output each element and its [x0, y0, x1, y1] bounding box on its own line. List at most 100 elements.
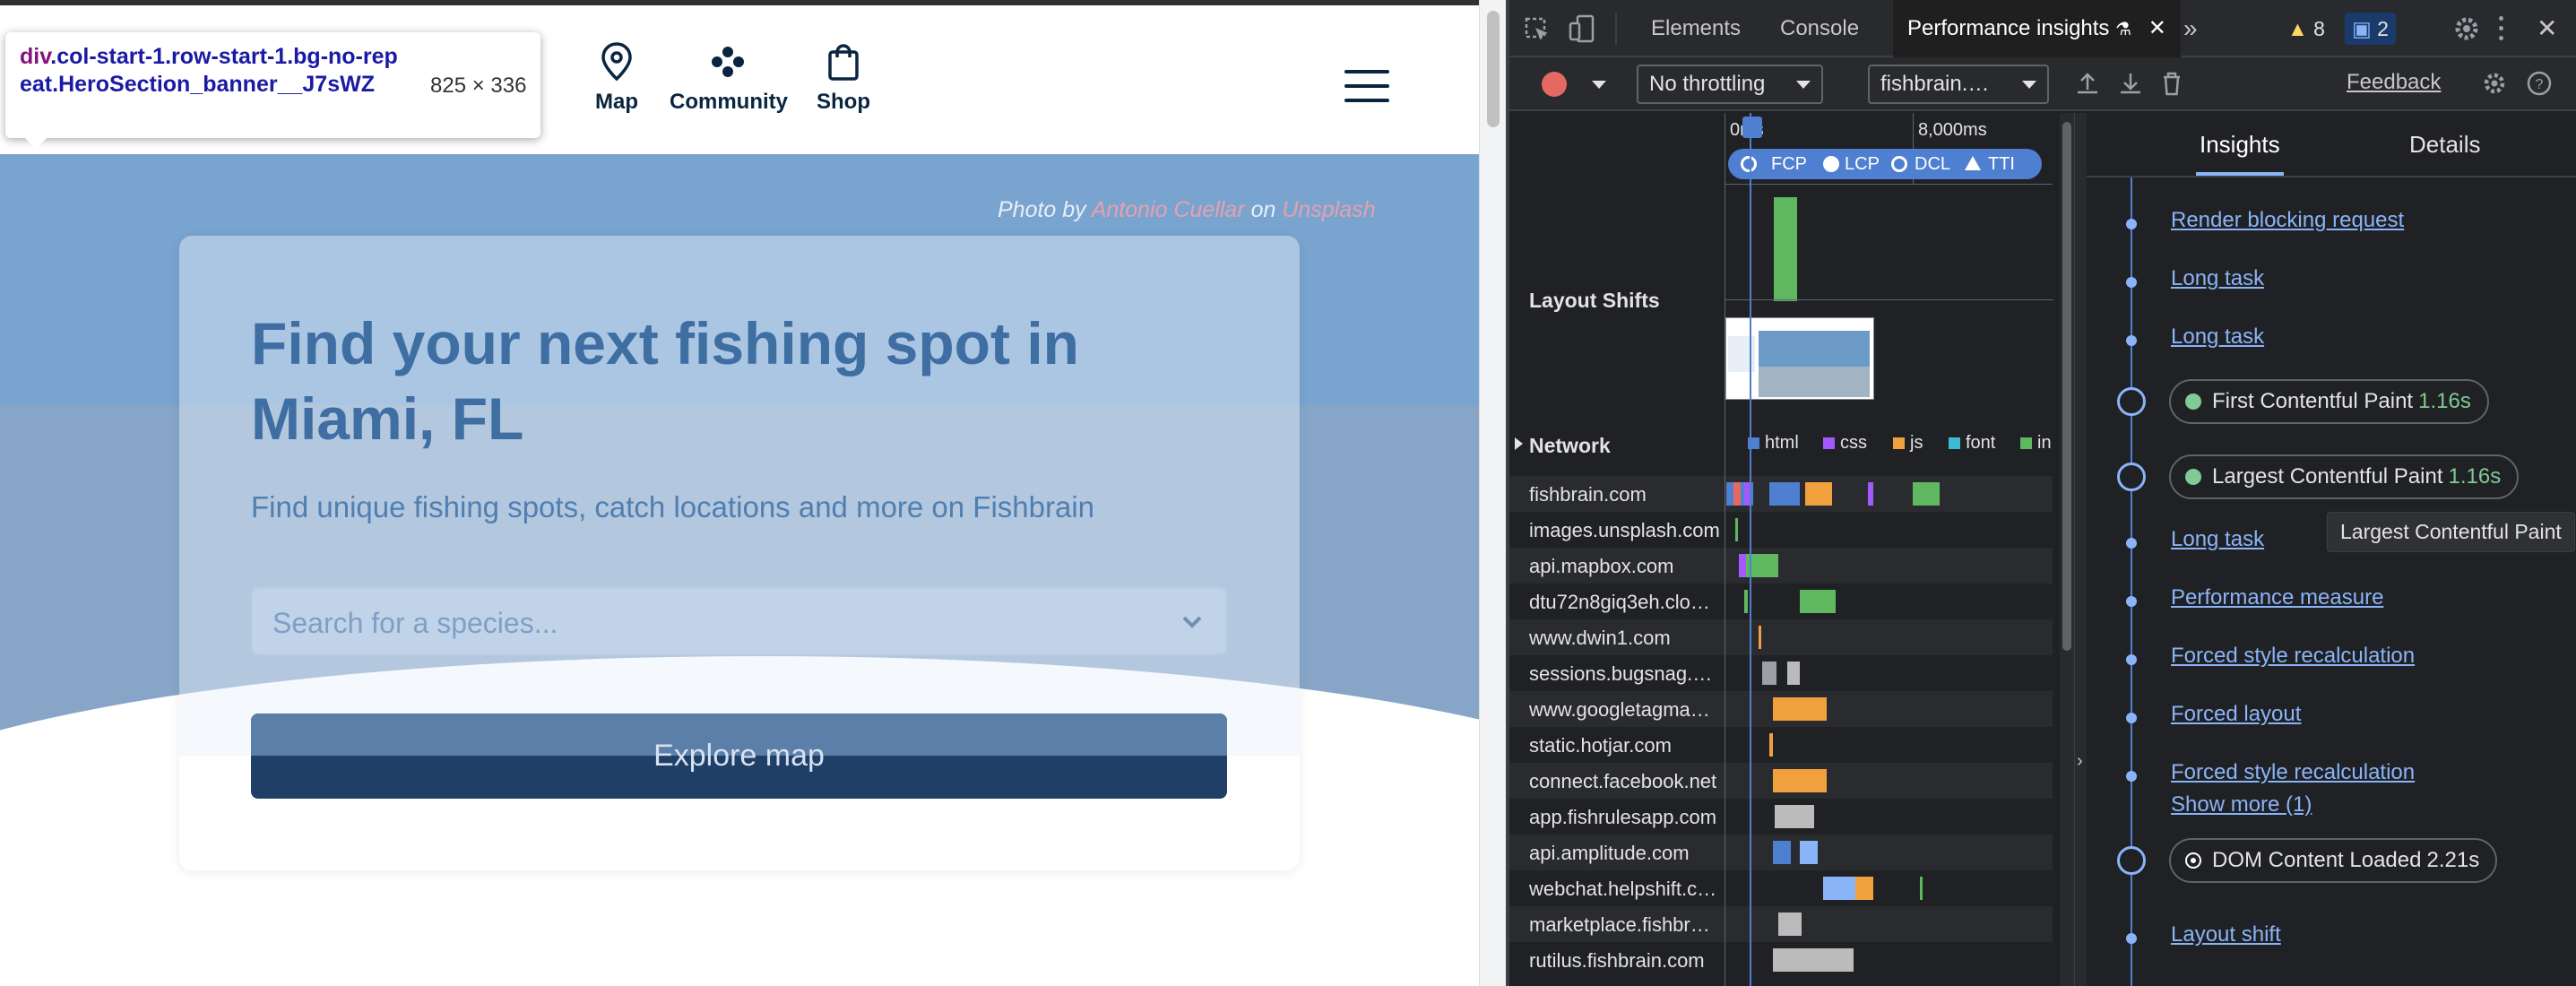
record-button[interactable]	[1542, 72, 1567, 97]
network-row[interactable]: marketplace.fishbr…	[1509, 906, 2053, 942]
marker-fcp[interactable]: FCP	[1771, 149, 1807, 179]
more-tabs-icon[interactable]: »	[2183, 0, 2198, 57]
chevron-right-icon: ›	[2077, 751, 2083, 771]
network-request-bar[interactable]	[1787, 662, 1800, 685]
network-request-bar[interactable]	[1769, 733, 1773, 757]
download-icon[interactable]	[2117, 70, 2144, 97]
legend-css: css	[1823, 433, 1867, 454]
network-request-bar[interactable]	[1735, 518, 1738, 541]
network-request-bar[interactable]	[1733, 482, 1741, 506]
network-request-bar[interactable]	[1773, 697, 1827, 721]
nav-map[interactable]: Map	[558, 41, 675, 115]
insight-long-task-1[interactable]: Long task	[2171, 266, 2264, 291]
help-icon[interactable]: ?	[2526, 70, 2553, 97]
collapse-sidebar[interactable]: ›	[2074, 113, 2087, 986]
insight-forced-layout[interactable]: Forced layout	[2171, 702, 2301, 727]
network-request-bar[interactable]	[1769, 482, 1800, 506]
network-request-bar[interactable]	[1739, 554, 1746, 577]
network-row[interactable]: sessions.bugsnag.…	[1509, 655, 2053, 691]
tab-console[interactable]: Console	[1780, 0, 1859, 57]
show-more-link[interactable]: Show more (1)	[2171, 792, 2312, 817]
network-row[interactable]: www.dwin1.com	[1509, 619, 2053, 655]
tab-insights[interactable]: Insights	[2196, 131, 2284, 176]
network-request-bar[interactable]	[1800, 841, 1818, 864]
tab-elements[interactable]: Elements	[1651, 0, 1741, 57]
throttling-select[interactable]: No throttling	[1637, 65, 1823, 104]
settings-gear-icon[interactable]	[2452, 14, 2481, 43]
species-search-select[interactable]: Search for a species...	[251, 587, 1227, 655]
website-scrollbar[interactable]	[1479, 0, 1506, 986]
network-request-bar[interactable]	[1913, 482, 1940, 506]
perf-toolbar: No throttling fishbrain.… Feedback ?	[1509, 57, 2576, 111]
timeline-scrollbar[interactable]	[2060, 113, 2074, 986]
marker-lcp[interactable]: LCP	[1845, 149, 1880, 179]
insight-long-task-2[interactable]: Long task	[2171, 324, 2264, 350]
network-request-bar[interactable]	[1759, 626, 1761, 649]
record-options-arrow-icon[interactable]	[1592, 81, 1606, 89]
insight-render-blocking[interactable]: Render blocking request	[2171, 208, 2404, 233]
network-row[interactable]: dtu72n8giq3eh.clo…	[1509, 584, 2053, 619]
close-icon[interactable]: ✕	[2148, 16, 2166, 40]
photo-author-link[interactable]: Antonio Cuellar	[1092, 197, 1245, 222]
network-request-bar[interactable]	[1920, 877, 1923, 900]
dcl-chip[interactable]: DOM Content Loaded 2.21s	[2169, 838, 2498, 883]
unsplash-link[interactable]: Unsplash	[1282, 197, 1375, 222]
network-row[interactable]: api.mapbox.com	[1509, 548, 2053, 584]
marker-tti[interactable]: TTI	[1988, 149, 2015, 179]
network-row[interactable]: fishbrain.com	[1509, 476, 2053, 512]
network-request-bar[interactable]	[1773, 769, 1827, 792]
experiment-flask-icon: ⚗	[2115, 20, 2132, 39]
network-row[interactable]: connect.facebook.net	[1509, 763, 2053, 799]
network-row[interactable]: api.amplitude.com	[1509, 835, 2053, 870]
network-request-bar[interactable]	[1778, 912, 1802, 936]
insight-forced-style-1[interactable]: Forced style recalculation	[2171, 644, 2415, 669]
nav-shop[interactable]: Shop	[785, 41, 902, 115]
nav-shop-label: Shop	[817, 90, 870, 114]
messages-badge[interactable]: ▣ 2	[2345, 13, 2396, 45]
network-request-bar[interactable]	[1855, 877, 1873, 900]
network-row[interactable]: webchat.helpshift.c…	[1509, 870, 2053, 906]
hero-title: Find your next fishing spot in Miami, FL	[251, 310, 1079, 452]
upload-icon[interactable]	[2074, 70, 2101, 97]
network-request-bar[interactable]	[1868, 482, 1873, 506]
close-devtools-icon[interactable]: ✕	[2537, 0, 2557, 57]
insight-forced-style-2[interactable]: Forced style recalculation	[2171, 760, 2415, 785]
network-request-bar[interactable]	[1800, 590, 1836, 613]
chevron-down-icon	[1182, 616, 1202, 628]
network-row[interactable]: images.unsplash.com	[1509, 512, 2053, 548]
inspect-element-icon[interactable]	[1524, 16, 1551, 43]
settings-gear-icon-2[interactable]	[2481, 70, 2508, 97]
hamburger-menu-icon[interactable]	[1344, 70, 1389, 102]
messages-count: 2	[2377, 17, 2389, 40]
explore-map-button[interactable]: Explore map	[251, 714, 1227, 799]
layout-shift-screenshot[interactable]	[1725, 317, 1874, 400]
network-host: marketplace.fishbr…	[1529, 913, 1710, 936]
network-track-toggle[interactable]: Network	[1515, 434, 1611, 458]
network-request-bar[interactable]	[1773, 948, 1854, 972]
network-row[interactable]: app.fishrulesapp.com	[1509, 799, 2053, 835]
marker-dcl[interactable]: DCL	[1915, 149, 1950, 179]
insight-long-task-3[interactable]: Long task	[2171, 527, 2264, 552]
network-row[interactable]: static.hotjar.com	[1509, 727, 2053, 763]
network-request-bar[interactable]	[1762, 662, 1776, 685]
network-row[interactable]: www.googletagma…	[1509, 691, 2053, 727]
network-row[interactable]: rutilus.fishbrain.com	[1509, 942, 2053, 978]
fcp-chip[interactable]: First Contentful Paint 1.16s	[2169, 379, 2489, 424]
network-request-bar[interactable]	[1775, 805, 1814, 828]
tab-details[interactable]: Details	[2409, 131, 2480, 159]
recording-select[interactable]: fishbrain.…	[1868, 65, 2049, 104]
network-request-bar[interactable]	[1773, 841, 1791, 864]
warnings-badge[interactable]: ▲ 8	[2280, 13, 2332, 45]
range-handle[interactable]	[1742, 117, 1762, 138]
delete-trash-icon[interactable]	[2158, 70, 2185, 97]
tab-performance-insights[interactable]: Performance insights ⚗ ✕	[1893, 0, 2181, 57]
insight-performance-measure[interactable]: Performance measure	[2171, 585, 2383, 610]
network-request-bar[interactable]	[1805, 482, 1832, 506]
nav-community[interactable]: Community	[670, 41, 788, 115]
feedback-link[interactable]: Feedback	[2347, 70, 2441, 95]
insight-layout-shift[interactable]: Layout shift	[2171, 922, 2281, 947]
network-request-bar[interactable]	[1744, 590, 1748, 613]
kebab-menu-icon[interactable]	[2499, 16, 2504, 41]
device-toolbar-icon[interactable]	[1569, 14, 1595, 43]
lcp-chip[interactable]: Largest Contentful Paint 1.16s	[2169, 454, 2520, 499]
